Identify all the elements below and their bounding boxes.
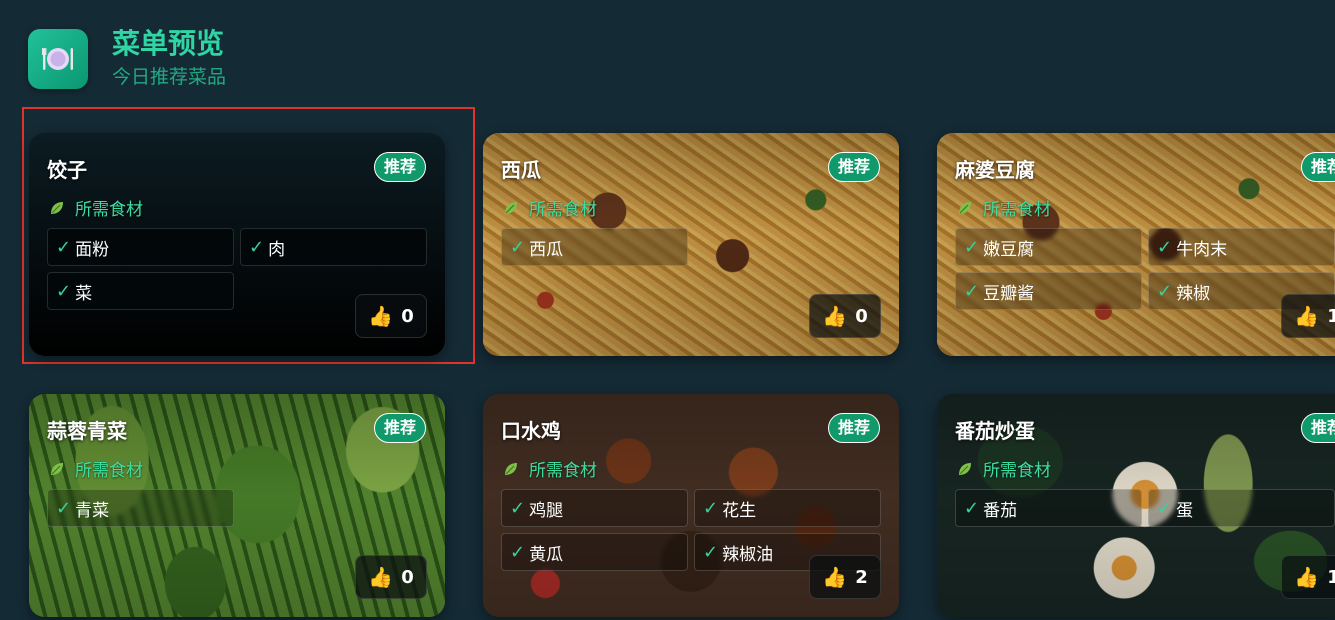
check-icon: ✓: [1157, 497, 1173, 519]
ingredient-chip: ✓ 肉: [240, 228, 427, 266]
ingredient-chip: ✓ 豆瓣酱: [955, 272, 1142, 310]
like-count: 0: [401, 566, 414, 588]
dish-name: 饺子: [47, 158, 87, 182]
check-icon: ✓: [703, 541, 719, 563]
dish-name: 口水鸡: [501, 419, 561, 443]
ingredients-label: 所需食材: [49, 195, 143, 220]
ingredients-label: 所需食材: [503, 195, 597, 220]
leaf-icon: [505, 201, 517, 214]
like-button[interactable]: 👍 2: [809, 555, 881, 599]
leaf-icon: [51, 201, 63, 214]
ingredient-chip: ✓ 菜: [47, 272, 234, 310]
dish-card-garlic-greens[interactable]: 蒜蓉青菜 推荐 所需食材 ✓ 青菜 👍 0: [29, 394, 445, 617]
recommend-badge: 推荐: [827, 413, 880, 443]
plate-cutlery-icon: [28, 29, 88, 89]
leaf-icon: [51, 462, 63, 475]
like-button[interactable]: 👍 1: [1281, 555, 1335, 599]
ingredient-chip: ✓ 蛋: [1148, 489, 1335, 527]
like-count: 1: [1327, 566, 1335, 588]
thumbs-up-icon: 👍: [368, 304, 394, 328]
thumbs-up-icon: 👍: [1294, 565, 1320, 589]
dish-card-saliva-chicken[interactable]: 口水鸡 推荐 所需食材 ✓ 鸡腿 ✓ 花生 ✓ 黄瓜 ✓ 辣椒油 👍 2: [483, 394, 899, 617]
like-count: 2: [855, 566, 868, 588]
ingredient-chip: ✓ 黄瓜: [501, 533, 688, 571]
check-icon: ✓: [964, 497, 980, 519]
thumbs-up-icon: 👍: [822, 565, 848, 589]
ingredients-label: 所需食材: [49, 456, 143, 481]
check-icon: ✓: [1157, 280, 1173, 302]
dish-card-jiaozi[interactable]: 饺子 推荐 所需食材 ✓ 面粉 ✓ 肉 ✓ 菜 👍 0: [29, 133, 445, 356]
like-button[interactable]: 👍 0: [355, 294, 427, 338]
check-icon: ✓: [249, 236, 265, 258]
leaf-icon: [959, 462, 971, 475]
dish-card-mapo-tofu[interactable]: 麻婆豆腐 推荐 所需食材 ✓ 嫩豆腐 ✓ 牛肉末 ✓ 豆瓣酱 ✓ 辣椒 👍 1: [937, 133, 1335, 356]
recommend-badge: 推荐: [827, 152, 880, 182]
like-count: 0: [401, 305, 414, 327]
check-icon: ✓: [56, 236, 72, 258]
ingredients-label: 所需食材: [503, 456, 597, 481]
like-button[interactable]: 👍 0: [809, 294, 881, 338]
page-header: 菜单预览 今日推荐菜品: [28, 27, 227, 89]
leaf-icon: [959, 201, 971, 214]
check-icon: ✓: [56, 497, 72, 519]
page-title: 菜单预览: [112, 27, 225, 60]
recommend-badge: 推荐: [1300, 152, 1335, 182]
thumbs-up-icon: 👍: [1294, 304, 1320, 328]
check-icon: ✓: [1157, 236, 1173, 258]
like-button[interactable]: 👍 1: [1281, 294, 1335, 338]
leaf-icon: [505, 462, 517, 475]
thumbs-up-icon: 👍: [368, 565, 394, 589]
ingredient-chip: ✓ 牛肉末: [1148, 228, 1335, 266]
ingredient-chip: ✓ 青菜: [47, 489, 234, 527]
check-icon: ✓: [964, 236, 980, 258]
dish-name: 番茄炒蛋: [955, 419, 1035, 443]
dish-card-tomato-egg[interactable]: 番茄炒蛋 推荐 所需食材 ✓ 番茄 ✓ 蛋 👍 1: [937, 394, 1335, 617]
like-count: 0: [855, 305, 868, 327]
check-icon: ✓: [56, 280, 72, 302]
dish-name: 蒜蓉青菜: [47, 419, 127, 443]
ingredient-chip: ✓ 嫩豆腐: [955, 228, 1142, 266]
dish-name: 麻婆豆腐: [955, 158, 1035, 182]
check-icon: ✓: [510, 497, 526, 519]
like-count: 1: [1327, 305, 1335, 327]
page-subtitle: 今日推荐菜品: [112, 66, 227, 88]
check-icon: ✓: [964, 280, 980, 302]
ingredient-chip: ✓ 花生: [694, 489, 881, 527]
dish-name: 西瓜: [501, 158, 541, 182]
ingredient-chip: ✓ 西瓜: [501, 228, 688, 266]
ingredient-chip: ✓ 番茄: [955, 489, 1142, 527]
dish-card-xigua[interactable]: 西瓜 推荐 所需食材 ✓ 西瓜 👍 0: [483, 133, 899, 356]
ingredients-label: 所需食材: [957, 195, 1051, 220]
check-icon: ✓: [510, 236, 526, 258]
check-icon: ✓: [703, 497, 719, 519]
recommend-badge: 推荐: [373, 413, 426, 443]
ingredients-label: 所需食材: [957, 456, 1051, 481]
recommend-badge: 推荐: [373, 152, 426, 182]
thumbs-up-icon: 👍: [822, 304, 848, 328]
check-icon: ✓: [510, 541, 526, 563]
like-button[interactable]: 👍 0: [355, 555, 427, 599]
ingredient-chip: ✓ 面粉: [47, 228, 234, 266]
recommend-badge: 推荐: [1300, 413, 1335, 443]
ingredient-chip: ✓ 鸡腿: [501, 489, 688, 527]
